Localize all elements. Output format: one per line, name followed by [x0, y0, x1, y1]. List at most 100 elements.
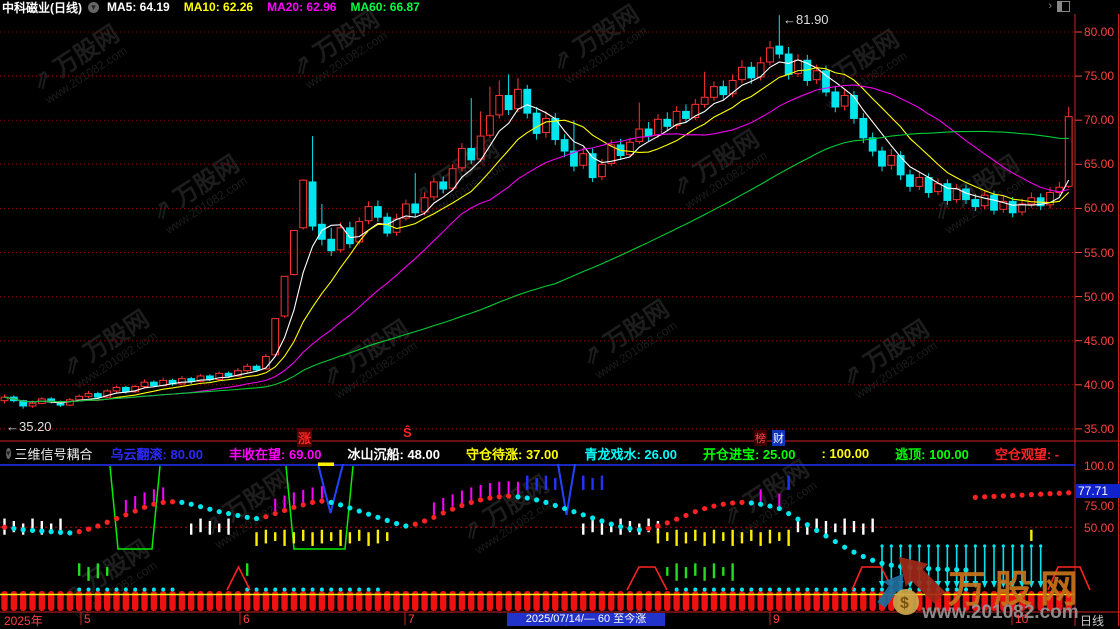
signal-dot	[730, 500, 735, 505]
candle	[571, 120, 578, 171]
candle	[309, 136, 316, 230]
s-signal-marker: Ŝ	[403, 425, 412, 440]
signal-dot	[1001, 493, 1006, 498]
indicator-param: 空仓观望: -	[995, 444, 1059, 462]
signal-dot	[870, 558, 875, 563]
signal-dot	[450, 507, 455, 512]
candle	[720, 81, 727, 100]
date-info-box[interactable]: 2025/07/14/— 60 至今涨幅-4.75%	[507, 613, 665, 626]
signal-dot	[301, 502, 306, 507]
signal-dot	[422, 518, 427, 523]
indicator-param: 乌云翻滚: 80.00	[111, 444, 203, 462]
candle	[440, 177, 447, 194]
candle	[393, 214, 400, 236]
candle	[981, 191, 988, 210]
signal-dot	[338, 502, 343, 507]
candle	[916, 171, 923, 190]
signal-dot	[1066, 490, 1071, 495]
candle	[178, 376, 185, 385]
signal-dot	[795, 517, 800, 522]
signal-dot	[2, 525, 7, 530]
price-axis-label: 35.00	[1084, 422, 1114, 436]
time-axis-label: 7	[408, 612, 415, 626]
signal-dot	[105, 520, 110, 525]
signal-dot	[562, 506, 567, 511]
candle	[1065, 107, 1072, 188]
signal-dot	[469, 500, 474, 505]
signal-dot	[263, 514, 268, 519]
signal-dot	[394, 521, 399, 526]
high-price-label: ←81.90	[783, 12, 829, 27]
signal-dot	[991, 494, 996, 499]
candle	[1019, 199, 1026, 216]
candle	[1, 395, 8, 404]
signal-dot	[58, 530, 63, 535]
chevron-down-icon[interactable]: ▾	[88, 2, 99, 13]
signal-dot	[207, 507, 212, 512]
signal-dot	[235, 513, 240, 518]
indicator-param: 守仓待涨: 37.00	[466, 444, 558, 462]
candle	[487, 87, 494, 138]
signal-dot	[497, 494, 502, 499]
signal-dot	[21, 527, 26, 532]
ma-label: MA60: 66.87	[350, 0, 419, 14]
candle	[711, 81, 718, 100]
signal-dot	[814, 528, 819, 533]
signal-dot	[226, 511, 231, 516]
signal-dot	[366, 512, 371, 517]
price-axis-label: 40.00	[1084, 378, 1114, 392]
signal-dot	[767, 503, 772, 508]
candle	[496, 81, 503, 119]
candle	[524, 85, 531, 119]
candle	[776, 15, 783, 58]
signal-dot	[571, 509, 576, 514]
signal-dot	[702, 506, 707, 511]
candle	[477, 111, 484, 161]
signal-dot	[11, 526, 16, 531]
signal-dot	[67, 530, 72, 535]
candle	[290, 230, 297, 275]
chevron-down-icon[interactable]: ▾	[6, 448, 11, 459]
signal-dot	[693, 509, 698, 514]
candle	[375, 200, 382, 221]
trading-app-window: { "title_bar": { "title": "中科磁业(日线)", "m…	[0, 0, 1120, 626]
period-label[interactable]: 日线	[1080, 612, 1104, 629]
candle	[1000, 196, 1007, 213]
signal-dot	[711, 503, 716, 508]
signal-dot	[478, 497, 483, 502]
site-logo-watermark: $ 万股网 www.201082.com	[876, 536, 1120, 622]
signal-dot	[431, 515, 436, 520]
signal-dot	[198, 504, 203, 509]
price-axis-label: 65.00	[1084, 157, 1114, 171]
candle	[841, 89, 848, 110]
candle	[281, 276, 288, 317]
candle	[515, 78, 522, 112]
indicator-param: 开仓进宝: 25.00	[703, 444, 795, 462]
signal-dot	[347, 505, 352, 510]
signal-dot	[823, 533, 828, 538]
candle	[141, 380, 148, 388]
signal-dot	[310, 500, 315, 505]
signal-dot	[151, 502, 156, 507]
signal-dot	[357, 508, 362, 513]
time-axis-label: 9	[773, 612, 780, 626]
signal-dot	[758, 502, 763, 507]
signal-dot	[1019, 493, 1024, 498]
signal-dot	[161, 500, 166, 505]
signal-dot	[403, 523, 408, 528]
candle	[832, 86, 839, 112]
candle	[739, 60, 746, 83]
ma-label: MA20: 62.96	[267, 0, 336, 14]
signal-dot	[599, 518, 604, 523]
candle	[860, 113, 867, 143]
candle	[795, 54, 802, 77]
signal-dot	[133, 508, 138, 513]
indicator-param: 逃顶: 100.00	[895, 444, 969, 462]
signal-dot	[142, 505, 147, 510]
signal-dot	[515, 494, 520, 499]
signal-dot	[786, 511, 791, 516]
signal-dot	[441, 510, 446, 515]
indicator-param: 丰收在望: 69.00	[229, 444, 321, 462]
candle	[897, 151, 904, 180]
candle	[729, 74, 736, 97]
